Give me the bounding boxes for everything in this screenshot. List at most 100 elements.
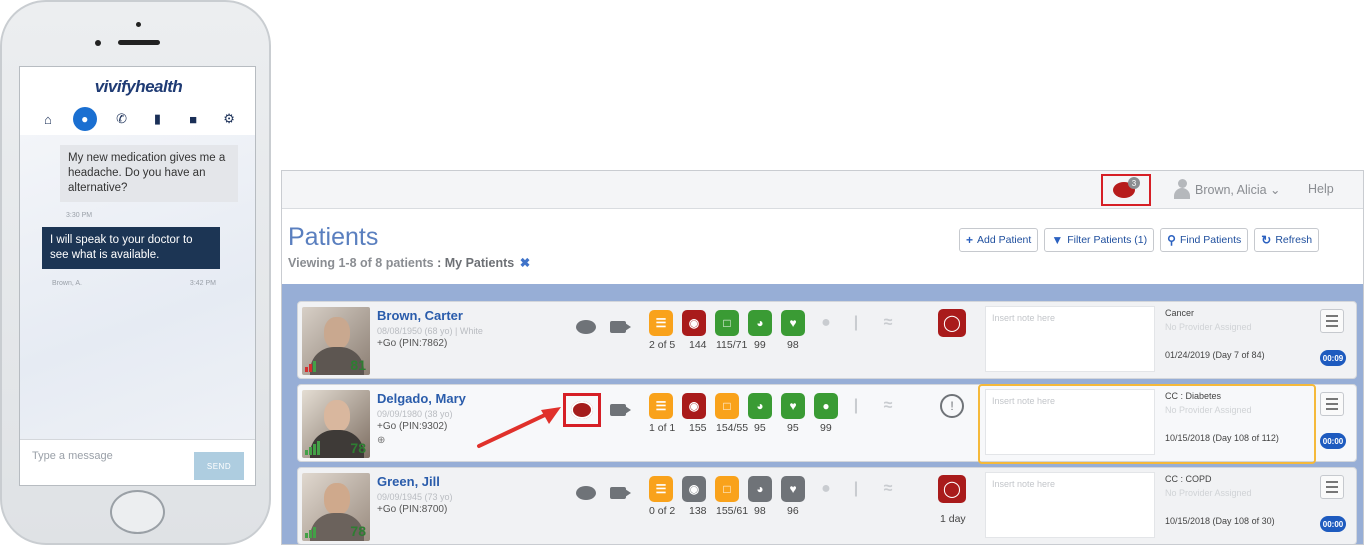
patient-score: 78 [350,523,366,539]
chat-icon[interactable]: ● [72,107,97,131]
patient-name[interactable]: Brown, Carter [377,308,463,323]
heart-rate-value: 95 [787,422,799,434]
patient-photo: 78 [302,473,370,541]
condition-label: CC : Diabetes [1165,391,1222,401]
add-patient-button[interactable]: + Add Patient [959,228,1039,252]
user-avatar-icon [1174,179,1190,199]
home-icon[interactable]: ⌂ [37,108,59,130]
heart-rate-value: 98 [787,339,799,351]
patient-dob: 09/09/1980 (38 yo) [377,409,453,419]
row-menu-button[interactable] [1320,309,1344,333]
patient-dashboard: 3 Brown, Alicia ⌄ Help Patients Viewing … [281,170,1364,545]
patient-name[interactable]: Green, Jill [377,474,440,489]
blood-pressure-icon[interactable]: □ [715,310,739,336]
note-placeholder: Insert note here [992,396,1056,406]
weight-icon[interactable]: ◉ [682,393,706,419]
program-dates: 10/15/2018 (Day 108 of 112) [1165,433,1279,443]
heart-rate-icon[interactable]: ♥ [781,476,805,502]
heart-rate-icon[interactable]: ♥ [781,393,805,419]
message-input[interactable]: Type a message [32,450,113,462]
filter-scope: : My Patients [437,256,515,270]
blood-pressure-value: 154/55 [716,422,749,434]
note-field[interactable]: Insert note here [985,472,1155,538]
chat-icon[interactable] [573,314,599,340]
oxygen-icon[interactable]: ◕ [748,393,772,419]
patient-photo: 78 [302,390,370,458]
patient-row[interactable]: 81 Brown, Carter 08/08/1950 (68 yo) | Wh… [297,301,1357,379]
oxygen-icon[interactable]: ◕ [748,310,772,336]
patient-pin: +Go (PIN:8700) [377,504,448,515]
clear-filter-icon[interactable]: ✖ [520,256,530,270]
blood-pressure-value: 115/71 [716,339,748,351]
patient-list: 81 Brown, Carter 08/08/1950 (68 yo) | Wh… [282,284,1363,544]
patient-row[interactable]: 78 Delgado, Mary 09/09/1980 (38 yo) +Go … [297,384,1357,464]
note-placeholder: Insert note here [992,479,1056,489]
message-indicator[interactable]: 3 [1101,174,1151,206]
outgoing-message-sender: Brown, A. [52,280,82,287]
glucose-icon: ● [821,314,831,331]
filter-patients-button[interactable]: ▼ Filter Patients (1) [1044,228,1155,252]
phone-home-button[interactable] [110,490,165,534]
chat-icon[interactable] [573,480,599,506]
temperature-icon: | [853,397,859,414]
outgoing-message: I will speak to your doctor to see what … [42,227,220,269]
page-title: Patients [288,223,379,251]
send-button[interactable]: SEND [194,452,244,480]
weight-icon[interactable]: ◉ [682,310,706,336]
oxygen-value: 98 [754,505,766,517]
row-menu-button[interactable] [1320,475,1344,499]
plus-icon: + [966,233,974,247]
phone-screen: vivifyhealth ⌂ ● ✆ ▮ ■ ⚙ My new medicati… [19,66,256,486]
patient-pin: +Go (PIN:9302) [377,421,448,432]
phone-mockup: vivifyhealth ⌂ ● ✆ ▮ ■ ⚙ My new medicati… [0,0,271,545]
oxygen-icon[interactable]: ◕ [748,476,772,502]
chat-thread: My new medication gives me a headache. D… [20,135,255,439]
phone-sensor [95,40,101,46]
temperature-icon: | [853,480,859,497]
refresh-button[interactable]: ↻ Refresh [1254,228,1320,252]
survey-icon[interactable]: ☰ [649,476,673,502]
risk-bars-icon [305,527,316,538]
glucose-icon[interactable]: ● [814,393,838,419]
condition-label: Cancer [1165,308,1195,318]
video-icon[interactable] [605,397,631,423]
glucose-icon: ● [821,480,831,497]
help-link[interactable]: Help [1308,182,1334,196]
top-bar: 3 Brown, Alicia ⌄ Help [282,171,1363,209]
alert-icon[interactable]: ◯ [938,475,966,503]
alert-icon[interactable]: ◯ [938,309,966,337]
patient-score: 81 [350,357,366,373]
temperature-icon: | [853,314,859,331]
video-icon[interactable] [605,314,631,340]
alert-icon[interactable]: ! [940,394,964,418]
note-field[interactable]: Insert note here [985,306,1155,372]
video-icon[interactable] [605,480,631,506]
survey-icon[interactable]: ☰ [649,393,673,419]
user-menu[interactable]: Brown, Alicia ⌄ [1195,182,1281,197]
chat-icon[interactable] [563,393,601,427]
patient-row[interactable]: 78 Green, Jill 09/09/1945 (73 yo) +Go (P… [297,467,1357,544]
toolbar: + Add Patient ▼ Filter Patients (1) ⚲ Find … [959,228,1320,252]
row-menu-button[interactable] [1320,392,1344,416]
search-icon: ⚲ [1167,233,1176,247]
provider-label: No Provider Assigned [1165,488,1252,498]
blood-pressure-icon[interactable]: □ [715,476,739,502]
lung-icon: ≈ [883,397,893,414]
blood-pressure-icon[interactable]: □ [715,393,739,419]
survey-icon[interactable]: ☰ [649,310,673,336]
heart-rate-icon[interactable]: ♥ [781,310,805,336]
note-field[interactable]: Insert note here [985,389,1155,455]
phone-icon[interactable]: ✆ [111,108,133,130]
weight-icon[interactable]: ◉ [682,476,706,502]
gear-icon[interactable]: ⚙ [218,108,240,130]
user-name: Brown, Alicia [1195,183,1267,197]
risk-bars-icon [305,441,320,455]
survey-value: 0 of 2 [649,505,676,517]
patient-dob: 08/08/1950 (68 yo) | White [377,326,483,336]
signal-icon[interactable]: ▮ [146,108,168,130]
timer-badge: 00:00 [1320,433,1346,449]
patient-name[interactable]: Delgado, Mary [377,391,466,406]
survey-value: 1 of 1 [649,422,676,434]
find-patients-button[interactable]: ⚲ Find Patients [1160,228,1249,252]
book-icon[interactable]: ■ [182,108,204,130]
